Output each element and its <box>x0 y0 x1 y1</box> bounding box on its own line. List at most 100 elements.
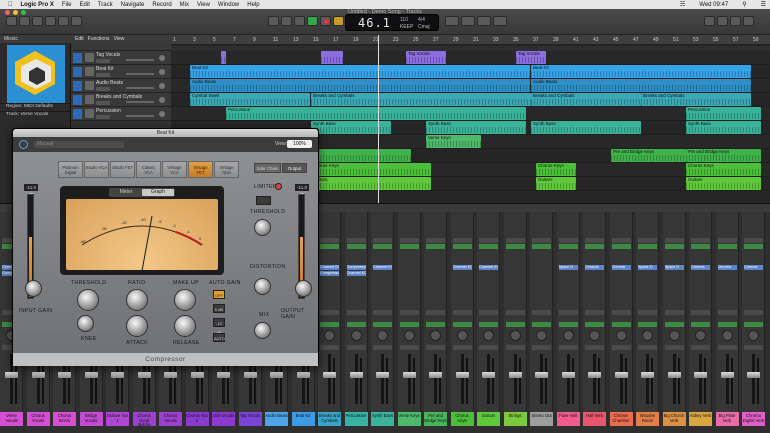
volume-fader[interactable] <box>720 372 734 378</box>
volume-fader[interactable] <box>323 372 336 378</box>
pan-knob[interactable] <box>589 330 600 341</box>
mute-solo-buttons[interactable] <box>96 87 110 91</box>
setting-slot[interactable] <box>399 238 419 243</box>
region[interactable]: Breaks and Cymbals <box>641 93 751 106</box>
pan-knob[interactable] <box>748 330 759 341</box>
view-zoom-menu[interactable]: 100% <box>287 140 312 148</box>
volume-fader[interactable] <box>84 372 98 378</box>
region[interactable]: Pre and Bridge Keys <box>611 149 686 162</box>
setting-slot[interactable] <box>505 238 525 243</box>
editors-button[interactable] <box>71 16 82 26</box>
limiter-on-button[interactable] <box>256 196 271 205</box>
region[interactable]: Synth Bass <box>531 121 641 134</box>
channel-name[interactable]: Percussion <box>344 412 368 426</box>
channel-name[interactable]: Chroma Digital Verb <box>742 412 765 426</box>
fast-forward-button[interactable] <box>281 16 292 26</box>
channel-name[interactable]: Stereo Out <box>530 412 553 426</box>
region[interactable]: Beat Kit <box>190 65 530 78</box>
region[interactable]: Verse Keys <box>426 135 481 148</box>
mute-solo-buttons[interactable] <box>426 345 445 350</box>
track-name[interactable]: Tag Vocals <box>96 52 120 58</box>
channel-name[interactable]: Bridge Vocals <box>79 412 103 426</box>
mixer-button[interactable] <box>58 16 69 26</box>
region[interactable]: Synth Bass <box>311 121 391 134</box>
setting-slot[interactable] <box>558 238 578 243</box>
volume-fader[interactable] <box>58 372 71 378</box>
input-slot[interactable] <box>532 310 551 315</box>
minimize-window-icon[interactable] <box>13 10 18 15</box>
region[interactable]: Cymbal Swell <box>190 93 310 106</box>
volume-fader[interactable] <box>508 372 522 378</box>
setting-slot[interactable] <box>320 238 339 243</box>
model-vintage-opto[interactable]: Vintage Opto <box>214 161 239 178</box>
pan-knob[interactable] <box>159 111 165 117</box>
pan-knob[interactable] <box>350 330 362 341</box>
side-chain-button[interactable]: Side Chain <box>254 163 281 173</box>
model-vintage-vca[interactable]: Vintage VCA <box>162 161 187 178</box>
volume-fader[interactable] <box>535 372 548 378</box>
menu-file[interactable]: File <box>62 2 72 8</box>
zoom-window-icon[interactable] <box>21 10 26 15</box>
input-slot[interactable] <box>585 310 604 315</box>
pan-knob[interactable] <box>403 330 415 341</box>
volume-fader[interactable] <box>694 372 707 378</box>
region[interactable]: Audio Beats <box>190 79 530 92</box>
channel-name[interactable]: Breaks and Cymbals <box>318 412 341 426</box>
model-platinum-digital[interactable]: Platinum Digital <box>58 161 83 178</box>
view-menu[interactable]: View <box>114 36 125 42</box>
plugin-slot[interactable]: Compressor <box>346 265 366 270</box>
output-slot[interactable] <box>532 322 551 327</box>
output-slot[interactable] <box>638 322 657 327</box>
wifi-icon[interactable]: ☵ <box>680 1 685 8</box>
plugin-slot[interactable]: Chroma <box>691 265 710 270</box>
threshold-knob[interactable] <box>77 289 99 311</box>
plugin-slot[interactable]: Space D <box>558 265 578 270</box>
volume-fader[interactable] <box>349 372 363 378</box>
mute-solo-buttons[interactable] <box>452 345 472 350</box>
output-slot[interactable] <box>505 322 525 327</box>
input-gain-knob[interactable] <box>25 280 42 297</box>
play-button[interactable] <box>307 16 318 26</box>
plugin-slot[interactable]: Channel EQ <box>346 271 366 276</box>
volume-fader[interactable] <box>137 372 151 378</box>
region[interactable]: Tag Vocals <box>516 51 546 64</box>
loop-browser-button[interactable] <box>730 16 741 26</box>
input-slot[interactable] <box>346 310 366 315</box>
mute-solo-buttons[interactable] <box>96 73 110 77</box>
region[interactable]: Tag Vocals <box>406 51 446 64</box>
pan-knob[interactable] <box>483 330 494 341</box>
gain-reduction-slot[interactable] <box>611 244 631 249</box>
auto-gain-minus12-button[interactable]: -12 dB <box>213 318 225 335</box>
plugin-slot[interactable]: Channel EQ <box>479 265 498 270</box>
channel-name[interactable]: Chorus Vocals <box>159 412 182 426</box>
region[interactable]: Chorus Keys <box>686 163 761 176</box>
region[interactable]: Percussion <box>226 107 526 120</box>
volume-fader[interactable] <box>402 372 416 378</box>
setting-slot[interactable] <box>452 238 472 243</box>
volume-fader[interactable] <box>217 372 230 378</box>
gain-reduction-slot[interactable] <box>691 244 710 249</box>
pan-knob[interactable] <box>562 330 574 341</box>
region[interactable]: Guitars <box>686 177 761 190</box>
rewind-button[interactable] <box>268 16 279 26</box>
output-gain-knob[interactable] <box>295 280 312 297</box>
mute-solo-buttons[interactable] <box>96 115 110 119</box>
volume-fader[interactable] <box>641 372 654 378</box>
menu-help[interactable]: Help <box>247 2 259 8</box>
library-button[interactable] <box>6 16 17 26</box>
volume-slider[interactable] <box>126 87 154 89</box>
clock[interactable]: Wed 09:47 <box>699 2 728 8</box>
count-in-button[interactable] <box>477 16 491 26</box>
track-row[interactable]: Breaks and Cymbals <box>71 93 171 107</box>
gain-reduction-slot[interactable] <box>452 244 472 249</box>
volume-slider[interactable] <box>126 73 154 75</box>
setting-slot[interactable] <box>691 238 710 243</box>
region[interactable]: Audio Beats <box>531 79 751 92</box>
region[interactable] <box>311 149 411 162</box>
region[interactable]: Synth Bass <box>426 121 526 134</box>
setting-slot[interactable] <box>611 238 631 243</box>
gain-reduction-slot[interactable] <box>399 244 419 249</box>
input-slot[interactable] <box>426 310 445 315</box>
gain-reduction-slot[interactable] <box>505 244 525 249</box>
plugin-slot[interactable]: Chroma <box>585 265 604 270</box>
